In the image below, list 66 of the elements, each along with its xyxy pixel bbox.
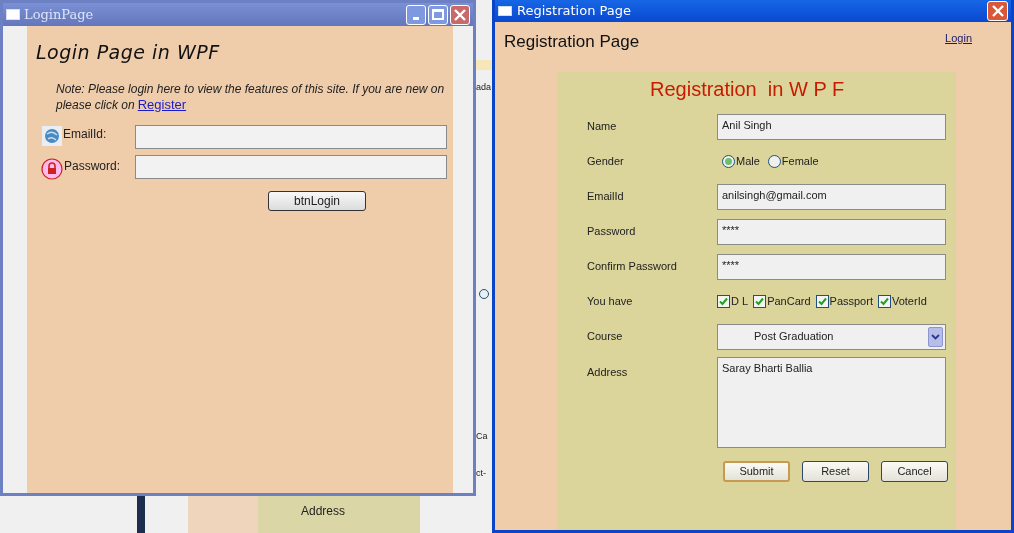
- field-label: Password:: [64, 157, 121, 175]
- field-label: Password: [587, 224, 637, 240]
- field-label: You have: [587, 294, 634, 310]
- check-icon: [718, 295, 729, 307]
- text-fragment: Ca: [476, 430, 488, 443]
- note-text: Note: Please login here to view the features of this site. If you are new on: [56, 80, 446, 97]
- window-icon: [6, 9, 20, 20]
- text-field[interactable]: ****: [717, 253, 946, 280]
- option-label: PanCard: [767, 293, 811, 309]
- radio-icon: [479, 289, 489, 299]
- close-button[interactable]: [450, 4, 470, 25]
- text-field[interactable]: ****: [717, 218, 946, 245]
- lock-icon: [41, 157, 63, 180]
- form-button[interactable]: Reset: [802, 461, 869, 482]
- register-link[interactable]: Register: [137, 96, 187, 113]
- check-icon: [754, 295, 766, 307]
- page-heading: Login Page in WPF: [36, 40, 221, 65]
- option-label: Passport: [829, 293, 873, 309]
- text-fragment: ct-: [476, 467, 486, 480]
- field-label: Address: [587, 365, 629, 380]
- close-icon: [454, 8, 466, 21]
- maximize-button[interactable]: [428, 4, 448, 25]
- course-dropdown[interactable]: Post Graduation: [717, 323, 946, 350]
- form-title: Registration in W P F: [650, 77, 846, 102]
- field-label: EmailId:: [63, 125, 107, 143]
- text-field[interactable]: anilsingh@gmail.com: [717, 183, 946, 210]
- option-label: VoterId: [891, 293, 927, 309]
- globe-icon: [42, 125, 62, 146]
- field-label: Gender: [587, 154, 625, 170]
- password-field[interactable]: [135, 154, 447, 179]
- option-label: D L: [731, 293, 749, 309]
- field-label: Course: [587, 329, 624, 345]
- field-label: EmailId: [587, 189, 625, 205]
- text-field[interactable]: Anil Singh: [717, 113, 946, 140]
- field-label: Address: [301, 503, 346, 520]
- chevron-icon: [928, 326, 943, 347]
- check-icon: [878, 295, 890, 307]
- login-button[interactable]: btnLogin: [268, 190, 366, 211]
- page-heading: Registration Page: [504, 31, 640, 53]
- field-label: Confirm Password: [587, 259, 678, 275]
- minimize-icon: [413, 16, 419, 20]
- text-fragment: ada: [476, 81, 492, 94]
- checkbox[interactable]: [877, 294, 891, 308]
- close-icon: [991, 5, 1004, 17]
- info-bar: [475, 60, 492, 70]
- close-button[interactable]: [987, 1, 1008, 21]
- radio-button[interactable]: [767, 155, 781, 168]
- address-field[interactable]: Saray Bharti Ballia: [717, 357, 946, 448]
- form-button[interactable]: Submit: [723, 461, 790, 482]
- field-label: Name: [587, 119, 618, 135]
- login-link[interactable]: Login: [945, 30, 972, 47]
- window-icon: [498, 6, 512, 16]
- minimize-button[interactable]: [406, 4, 426, 25]
- note-text: please click on: [56, 96, 135, 113]
- checkbox[interactable]: [717, 294, 730, 308]
- email-field[interactable]: [135, 124, 447, 149]
- checkbox[interactable]: [753, 294, 767, 308]
- option-label: Male: [736, 154, 760, 170]
- window-title: Registration Page: [517, 2, 631, 21]
- form-button[interactable]: Cancel: [881, 461, 948, 482]
- checkbox[interactable]: [815, 294, 829, 308]
- check-icon: [816, 295, 828, 307]
- radio-button[interactable]: [722, 155, 735, 168]
- window-title: LoginPage: [24, 5, 94, 24]
- maximize-icon: [432, 9, 444, 20]
- option-label: Female: [781, 154, 819, 170]
